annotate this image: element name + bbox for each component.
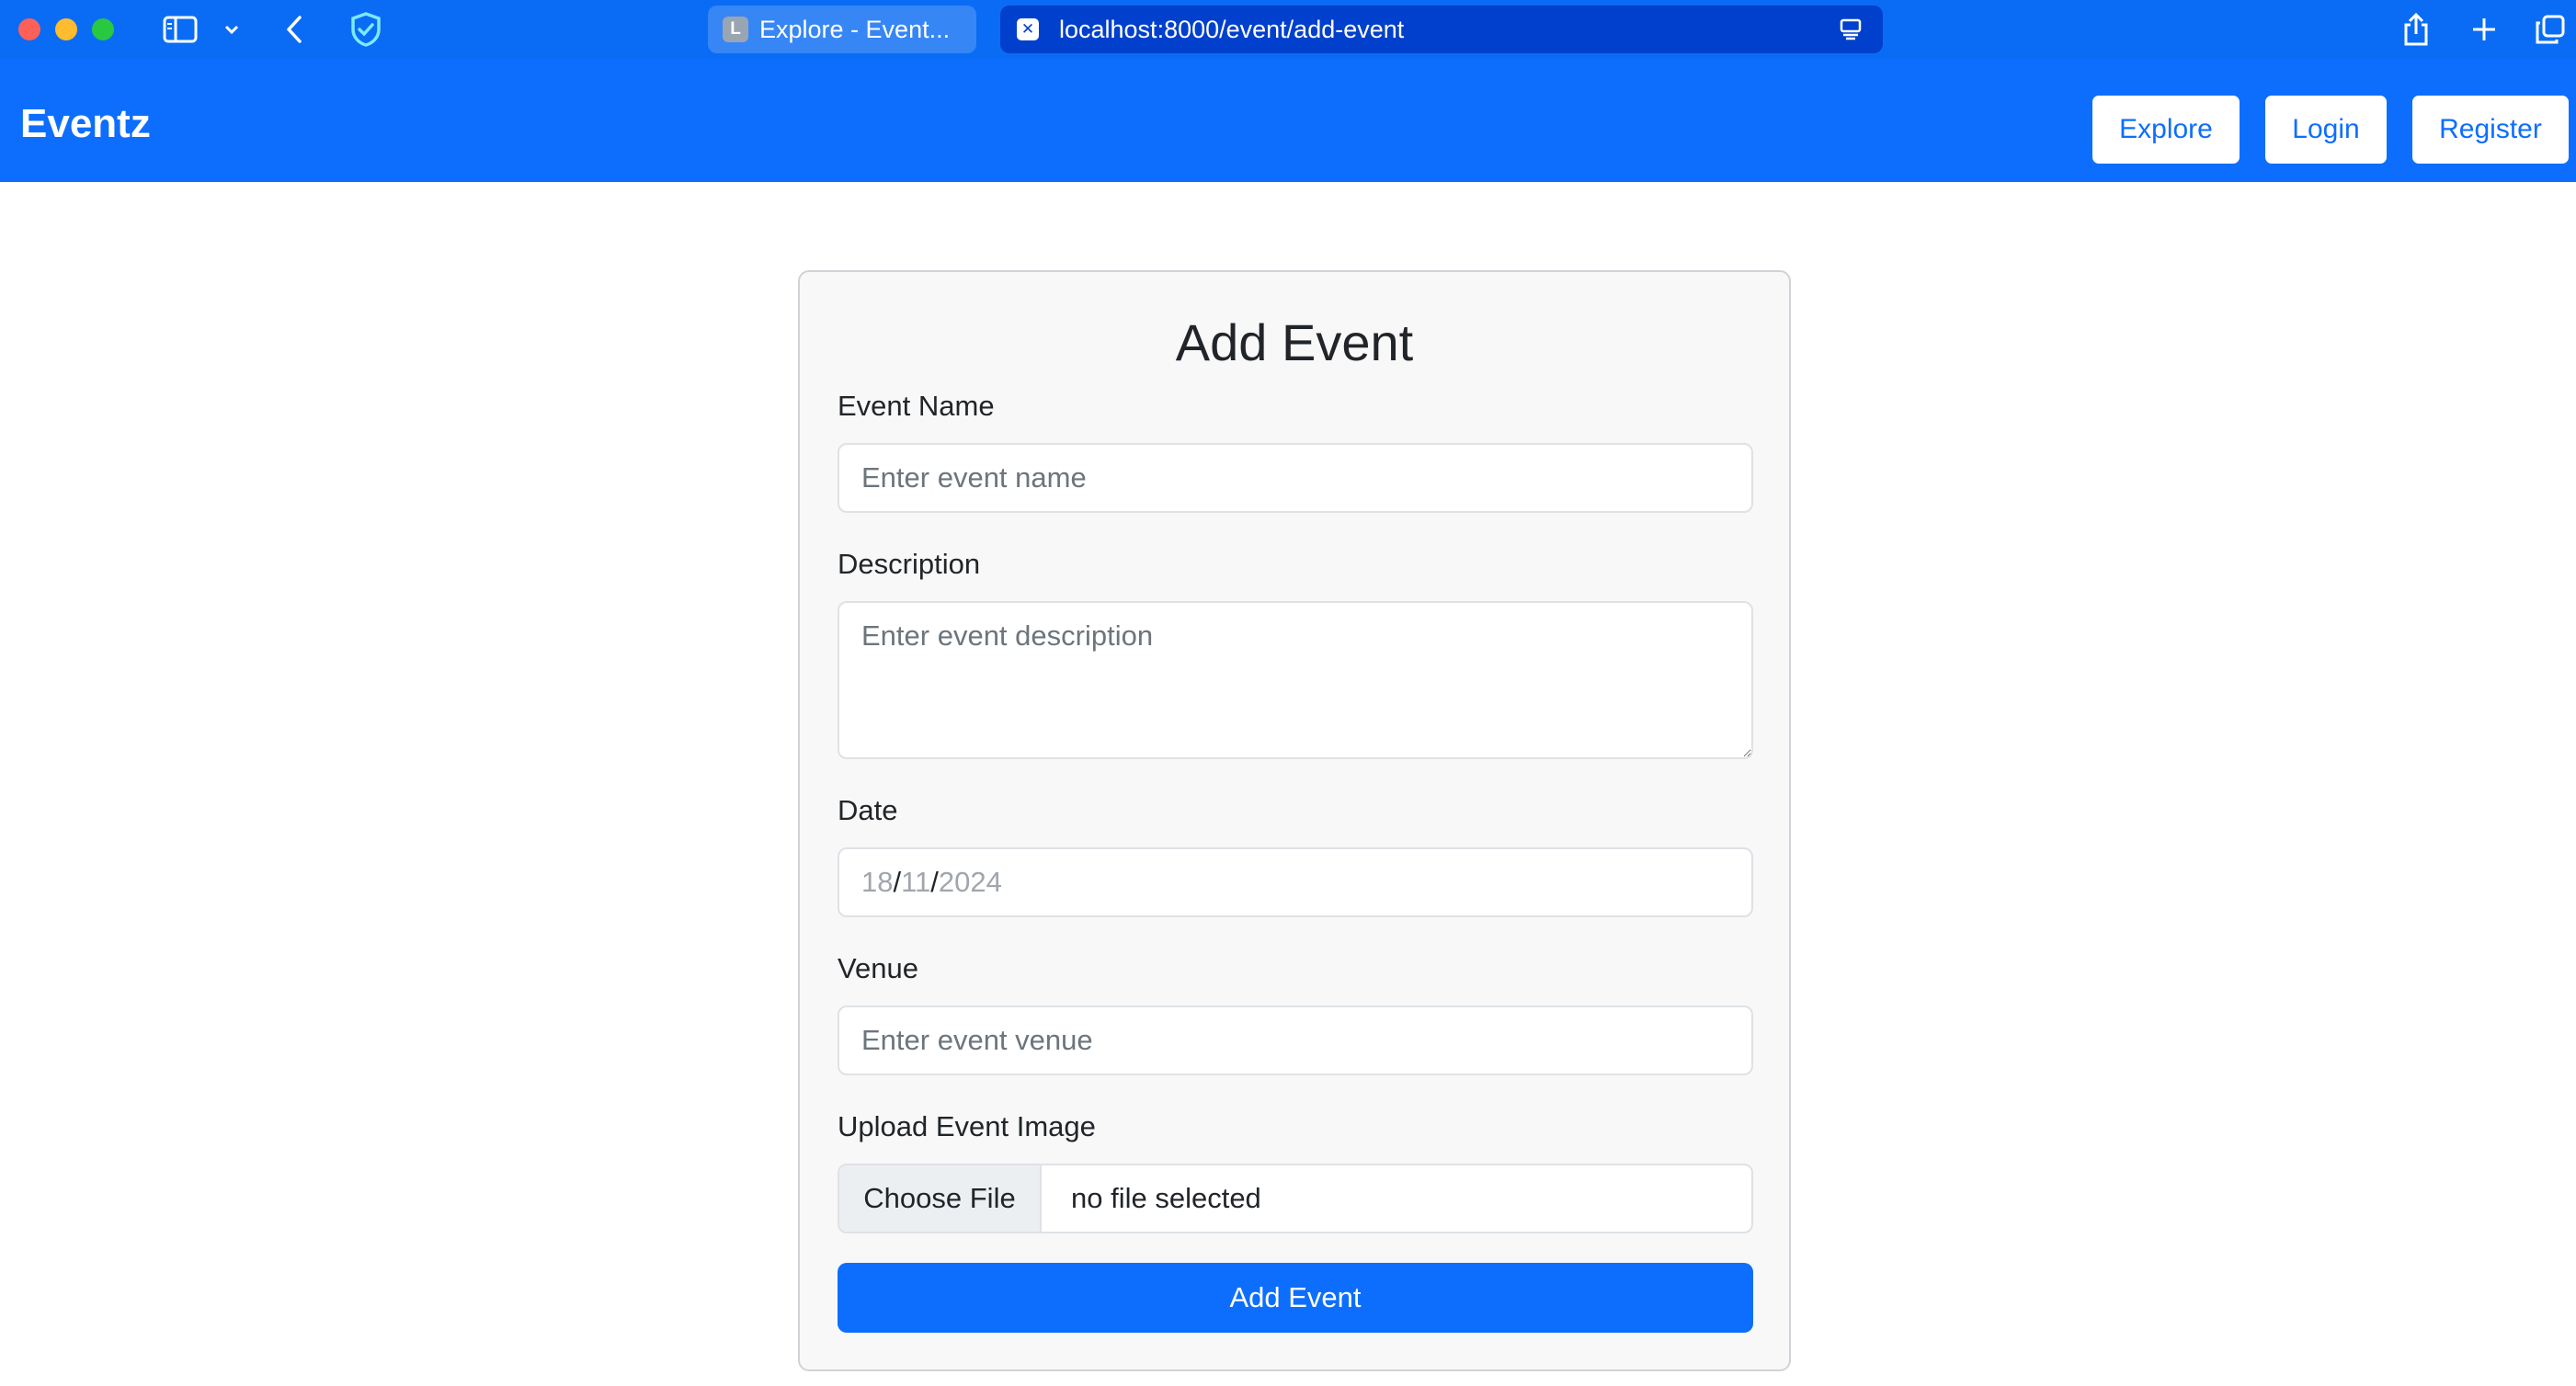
chevron-down-icon[interactable] (219, 11, 245, 48)
date-separator: / (893, 866, 902, 898)
description-textarea[interactable] (838, 601, 1753, 759)
date-year[interactable]: 2024 (939, 866, 1002, 899)
venue-input[interactable] (838, 1005, 1753, 1075)
share-icon[interactable] (2396, 11, 2436, 48)
brand-logo[interactable]: Eventz (20, 101, 151, 147)
site-favicon-icon: ✕ (1017, 18, 1039, 40)
add-event-form: Add Event Event Name Description Date 18… (798, 270, 1791, 1371)
app-navbar: Eventz Explore Login Register (0, 59, 2576, 182)
date-day[interactable]: 18 (861, 866, 893, 899)
shield-icon[interactable] (346, 11, 386, 48)
back-icon[interactable] (278, 11, 311, 48)
login-button[interactable]: Login (2265, 96, 2387, 164)
url-text: localhost:8000/event/add-event (1059, 15, 1405, 43)
zoom-window-button[interactable] (92, 18, 114, 40)
add-event-submit-button[interactable]: Add Event (838, 1263, 1753, 1333)
upload-image-label: Upload Event Image (838, 1110, 1096, 1142)
explore-button[interactable]: Explore (2092, 96, 2240, 164)
date-month[interactable]: 11 (901, 866, 930, 899)
tab-favicon: L (723, 17, 748, 42)
browser-titlebar: L Explore - Event... ✕ localhost:8000/ev… (0, 0, 2576, 59)
date-label: Date (838, 794, 898, 826)
minimize-window-button[interactable] (55, 18, 77, 40)
reader-icon[interactable] (1839, 17, 1863, 46)
plus-icon[interactable] (2464, 11, 2504, 48)
date-input[interactable]: 18/11/2024 (838, 847, 1753, 917)
tab-explore[interactable]: L Explore - Event... (708, 6, 976, 53)
sidebar-icon[interactable] (160, 11, 200, 48)
venue-label: Venue (838, 952, 918, 984)
event-name-input[interactable] (838, 443, 1753, 513)
date-separator: / (930, 866, 939, 898)
form-title: Add Event (1175, 313, 1414, 371)
tabs-overview-icon[interactable] (2530, 11, 2570, 48)
address-bar[interactable]: ✕ localhost:8000/event/add-event (1000, 6, 1883, 53)
close-window-button[interactable] (18, 18, 40, 40)
choose-file-button[interactable]: Choose File (839, 1165, 1042, 1232)
tab-title: Explore - Event... (759, 15, 951, 43)
event-name-label: Event Name (838, 390, 995, 422)
file-status-text: no file selected (1071, 1182, 1261, 1214)
register-button[interactable]: Register (2412, 96, 2569, 164)
image-file-input[interactable]: Choose File no file selected (838, 1164, 1753, 1233)
description-label: Description (838, 548, 981, 580)
